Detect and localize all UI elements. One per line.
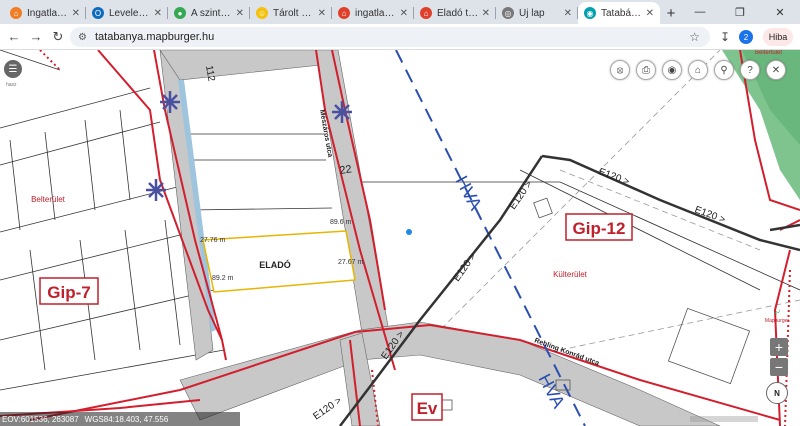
- tab-label: ingatlan.com: [355, 7, 397, 19]
- home-icon: ⌂: [10, 7, 22, 19]
- search-icon[interactable]: ⚲: [714, 60, 734, 80]
- dim-right: 27.67 m: [338, 259, 363, 266]
- minimize-button[interactable]: —: [680, 0, 720, 24]
- browser-tab[interactable]: ☺ Tárolt cégkin✕: [250, 2, 332, 24]
- for-sale-label: ELADÓ: [259, 259, 291, 270]
- browser-tab[interactable]: ⌂ Eladó tatabá✕: [414, 2, 496, 24]
- top-right-label: Beltertulet: [755, 50, 782, 56]
- browser-tab[interactable]: O Levelezés - I✕: [86, 2, 168, 24]
- browser-tab[interactable]: ● A szintterület✕: [168, 2, 250, 24]
- logo-text: Mapburger: [764, 318, 790, 324]
- dim-left: 27.76 m: [200, 237, 225, 244]
- attribution: [690, 416, 758, 422]
- house-icon: ⌂: [420, 7, 432, 19]
- outlook-icon: O: [92, 7, 104, 19]
- zone-ev: Ev: [417, 399, 438, 418]
- browser-tab[interactable]: ◎ Új lap ✕: [496, 2, 578, 24]
- map-canvas[interactable]: Gip-7 Gip-12 Ev Belterület Külterület Mé…: [0, 50, 800, 426]
- url-text: tatabanya.mapburger.hu: [94, 31, 215, 43]
- browser-toolbar: ← → ↻ ⚙ tatabanya.mapburger.hu ☆ ↧ 2 Hib…: [0, 24, 800, 50]
- site-info-icon[interactable]: ⚙: [78, 32, 87, 43]
- window-close-button[interactable]: ✕: [760, 0, 800, 24]
- error-label: Hiba: [762, 28, 794, 46]
- tab-close-icon[interactable]: ✕: [564, 8, 572, 19]
- browser-tab[interactable]: ◉ Tatabánya té✕: [578, 2, 660, 24]
- forward-button[interactable]: →: [24, 25, 48, 49]
- tab-label: Eladó tatabá: [437, 7, 479, 19]
- map-view[interactable]: Gip-7 Gip-12 Ev Belterület Külterület Mé…: [0, 50, 800, 426]
- eov-coords: EOV:601536, 263087: [2, 414, 79, 424]
- browser-tab[interactable]: ⌂ ingatlan.com✕: [332, 2, 414, 24]
- reload-button[interactable]: ↻: [46, 25, 70, 49]
- tab-label: Ingatlan szer: [27, 7, 69, 19]
- tab-close-icon[interactable]: ✕: [154, 8, 162, 19]
- tab-label: Tatabánya té: [601, 7, 643, 19]
- tab-close-icon[interactable]: ✕: [482, 8, 490, 19]
- globe-icon: ◉: [584, 7, 596, 19]
- zoom-out-button[interactable]: −: [770, 358, 788, 376]
- parcel-number-mid: 22: [339, 163, 353, 177]
- bookmark-star-icon[interactable]: ☆: [689, 30, 700, 44]
- mapburger-logo: ⤶ Mapburger: [764, 308, 790, 326]
- new-tab-button[interactable]: +: [660, 2, 682, 24]
- label-kulterulet: Külterület: [553, 270, 588, 279]
- logo-icon: ⤶: [774, 307, 780, 318]
- compass-icon[interactable]: N: [766, 382, 788, 404]
- maps-pin-icon: ●: [174, 7, 186, 19]
- eye-icon[interactable]: ◉: [662, 60, 682, 80]
- close-icon[interactable]: ✕: [766, 60, 786, 80]
- tab-close-icon[interactable]: ✕: [236, 8, 244, 19]
- dim-top: 89.6 m: [330, 219, 352, 226]
- profile-button[interactable]: 2: [738, 27, 754, 47]
- back-button[interactable]: ←: [2, 25, 26, 49]
- clear-icon[interactable]: ⦻: [610, 60, 630, 80]
- location-dot: [406, 229, 412, 235]
- zoom-in-button[interactable]: +: [770, 338, 788, 356]
- tab-label: Levelezés - I: [109, 7, 151, 19]
- tab-close-icon[interactable]: ✕: [400, 8, 408, 19]
- browser-tab[interactable]: ⌂ Ingatlan szer✕: [4, 2, 86, 24]
- dim-bottom: 89.2 m: [212, 275, 234, 282]
- label-belterulet: Belterület: [31, 195, 66, 204]
- tab-label: Tárolt cégkin: [273, 7, 315, 19]
- zone-gip7: Gip-7: [47, 283, 90, 302]
- chrome-icon: ◎: [502, 7, 514, 19]
- print-icon[interactable]: ⎙: [636, 60, 656, 80]
- house-icon: ⌂: [338, 7, 350, 19]
- home-icon[interactable]: ⌂: [688, 60, 708, 80]
- menu-small-label: hasz: [6, 82, 17, 88]
- restore-button[interactable]: ❐: [720, 0, 760, 24]
- tab-label: Új lap: [519, 7, 545, 19]
- tab-label: A szintterület: [191, 7, 233, 19]
- wgs-coords: WGS84:18.403, 47.556: [84, 414, 169, 424]
- tab-close-icon[interactable]: ✕: [72, 8, 80, 19]
- zone-gip12: Gip-12: [573, 219, 626, 238]
- profile-badge: 2: [739, 30, 753, 44]
- smiley-icon: ☺: [256, 7, 268, 19]
- tab-close-icon[interactable]: ✕: [646, 8, 654, 19]
- address-bar[interactable]: ⚙ tatabanya.mapburger.hu ☆: [70, 27, 710, 47]
- coordinate-bar: EOV:601536, 263087 WGS84:18.403, 47.556: [0, 412, 240, 426]
- map-background: [0, 50, 800, 426]
- help-icon[interactable]: ?: [740, 60, 760, 80]
- download-icon[interactable]: ↧: [716, 27, 734, 47]
- menu-button[interactable]: ☰: [4, 60, 22, 78]
- error-button[interactable]: Hiba: [760, 27, 796, 47]
- tab-close-icon[interactable]: ✕: [318, 8, 326, 19]
- compass-label: N: [774, 388, 780, 398]
